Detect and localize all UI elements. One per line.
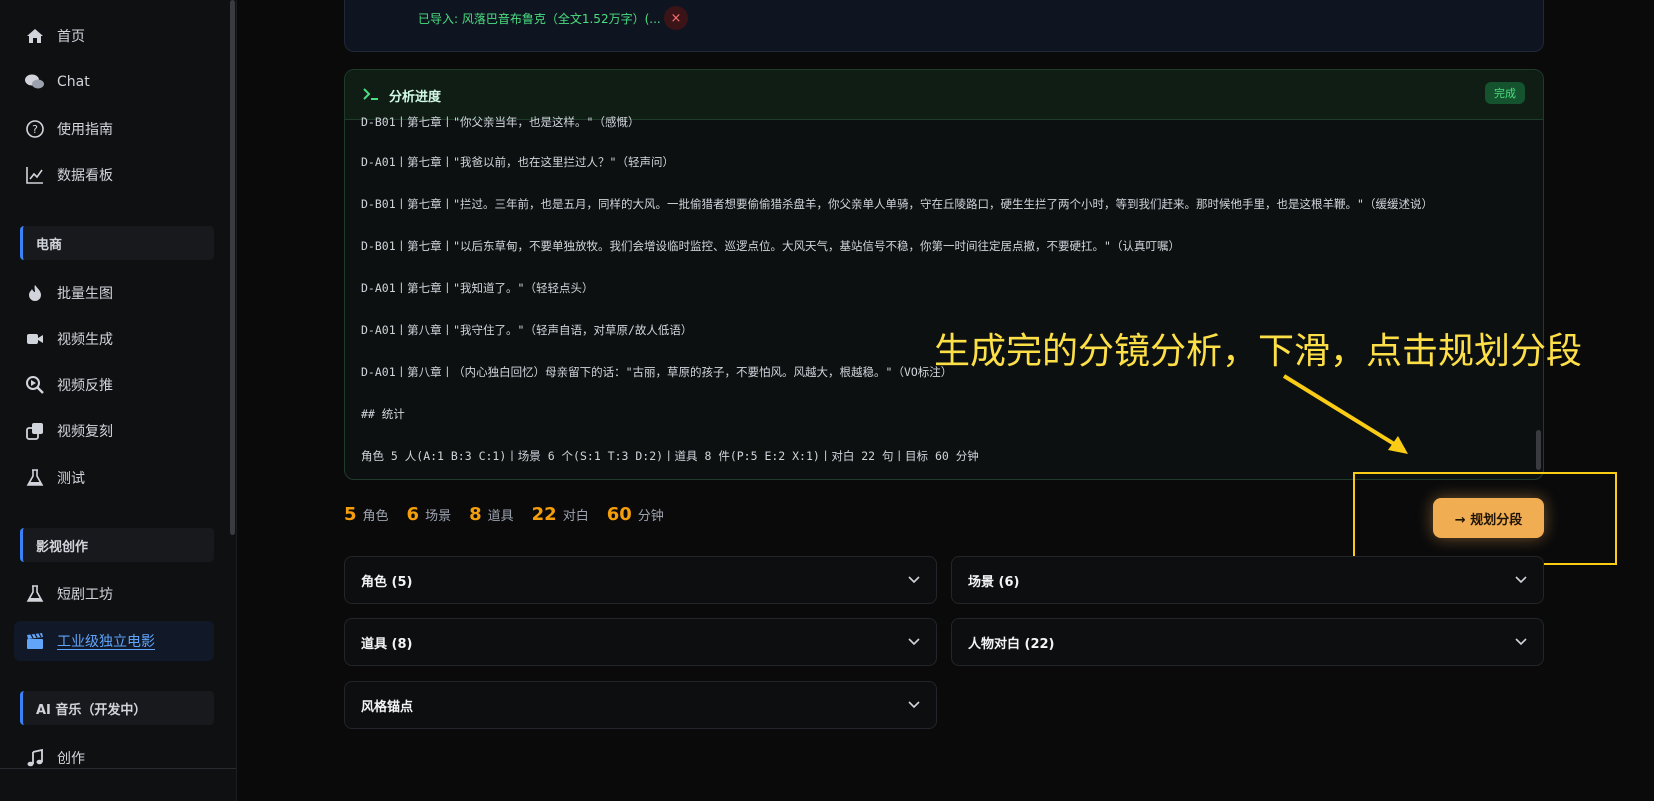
panel-style-anchors[interactable]: 风格锚点 <box>344 681 937 729</box>
import-status: 已导入: 风落巴音布鲁克（全文1.52万字）(... <box>418 12 661 26</box>
chevron-down-icon <box>908 576 920 584</box>
chevron-down-icon <box>908 701 920 709</box>
panel-props[interactable]: 道具 (8) <box>344 618 937 666</box>
copy-icon <box>24 420 46 442</box>
sidebar-item-label: Chat <box>57 74 90 90</box>
panel-scenes[interactable]: 场景 (6) <box>951 556 1544 604</box>
stat-props: 8 道具 <box>469 504 514 525</box>
chart-icon <box>24 164 46 186</box>
terminal-icon <box>363 88 378 100</box>
stat-dialogue: 22 对白 <box>532 504 589 525</box>
sidebar-item-label: 批量生图 <box>57 286 113 302</box>
stat-label: 道具 <box>487 509 514 524</box>
stat-number: 60 <box>606 504 632 525</box>
home-icon <box>24 25 46 47</box>
sidebar-item-home[interactable]: 首页 <box>14 16 214 56</box>
panel-dialogue[interactable]: 人物对白 (22) <box>951 618 1544 666</box>
stat-number: 5 <box>344 504 357 525</box>
log-line: D-A01丨第七章丨"我爸以前，也在这里拦过人？"（轻声问） <box>361 155 674 169</box>
sidebar-item-chat[interactable]: Chat <box>14 62 214 102</box>
sidebar-item-label: 视频复刻 <box>57 424 113 440</box>
panel-title: 场景 (6) <box>968 574 1020 590</box>
sidebar-item-label: 视频生成 <box>57 332 113 348</box>
analysis-header: 分析进度 完成 <box>345 70 1543 120</box>
chevron-down-icon <box>908 638 920 646</box>
flask-icon <box>24 583 46 605</box>
panel-title: 道具 (8) <box>361 636 413 652</box>
sidebar-item-label: 创作 <box>57 751 85 767</box>
sidebar-item-video-copy[interactable]: 视频复刻 <box>14 411 214 451</box>
chevron-down-icon <box>1515 638 1527 646</box>
sidebar-item-test[interactable]: 测试 <box>14 458 214 498</box>
sidebar-item-label: 测试 <box>57 471 85 487</box>
stat-number: 8 <box>469 504 482 525</box>
app-root: 首页 Chat ? 使用指南 数据看板 电商 批量生图 视频生成 视频反推 视频… <box>0 0 1654 801</box>
log-line: D-B01丨第七章丨"你父亲当年，也是这样。"（感慨） <box>361 115 640 129</box>
annotation-text: 生成完的分镜分析，下滑，点击规划分段 <box>934 331 1583 372</box>
panel-title: 风格锚点 <box>361 699 414 715</box>
log-line: D-A01丨第七章丨"我知道了。"（轻轻点头） <box>361 281 594 295</box>
stat-number: 6 <box>406 504 420 525</box>
sidebar-item-label: 数据看板 <box>57 168 113 184</box>
stat-label: 角色 <box>362 509 389 524</box>
stat-scenes: 6 场景 <box>407 504 452 525</box>
sidebar-item-compose[interactable]: 创作 <box>14 738 214 778</box>
status-badge: 完成 <box>1485 82 1525 104</box>
log-line: 角色 5 人(A:1 B:3 C:1)丨场景 6 个(S:1 T:3 D:2)丨… <box>361 449 979 463</box>
stat-minutes: 60 分钟 <box>607 504 664 525</box>
sidebar-item-guide[interactable]: ? 使用指南 <box>14 109 214 149</box>
sidebar-item-video-gen[interactable]: 视频生成 <box>14 319 214 359</box>
log-line: ## 统计 <box>361 407 405 421</box>
sidebar-item-label: 视频反推 <box>57 378 113 394</box>
stat-label: 对白 <box>562 509 589 524</box>
svg-text:?: ? <box>32 123 38 136</box>
search-video-icon <box>24 374 46 396</box>
sidebar-scrollbar[interactable] <box>230 0 235 535</box>
log-line: D-B01丨第七章丨"拦过。三年前，也是五月，同样的大风。一批偷猎者想要偷偷猎杀… <box>361 197 1433 211</box>
stat-roles: 5 角色 <box>344 504 389 525</box>
chevron-down-icon <box>1515 576 1527 584</box>
clapper-icon <box>24 630 46 652</box>
sidebar-item-short-drama[interactable]: 短剧工坊 <box>14 574 214 614</box>
music-icon <box>24 747 46 769</box>
log-line: D-B01丨第七章丨"以后东草甸，不要单独放牧。我们会增设临时监控、巡逻点位。大… <box>361 239 1180 253</box>
stat-label: 分钟 <box>637 509 664 524</box>
sidebar-item-label: 使用指南 <box>57 122 113 138</box>
analysis-title: 分析进度 <box>389 90 442 105</box>
sidebar-item-batch-image[interactable]: 批量生图 <box>14 273 214 313</box>
sidebar-divider <box>0 768 236 769</box>
log-line: D-A01丨第八章丨"我守住了。"（轻声自语，对草原/故人低语） <box>361 323 693 337</box>
help-icon: ? <box>24 118 46 140</box>
section-film[interactable]: 影视创作 <box>20 528 214 562</box>
chat-icon <box>24 71 46 93</box>
section-music[interactable]: AI 音乐（开发中） <box>20 691 214 725</box>
fire-icon <box>24 282 46 304</box>
sidebar-item-label: 工业级独立电影 <box>57 634 155 650</box>
annotation-arrow-icon <box>1282 374 1408 454</box>
stat-number: 22 <box>531 504 557 525</box>
stat-label: 场景 <box>425 509 452 524</box>
sidebar-item-video-reverse[interactable]: 视频反推 <box>14 365 214 405</box>
video-icon <box>24 328 46 350</box>
flask-icon <box>24 467 46 489</box>
panel-title: 人物对白 (22) <box>968 636 1055 652</box>
sidebar: 首页 Chat ? 使用指南 数据看板 电商 批量生图 视频生成 视频反推 视频… <box>0 0 237 801</box>
sidebar-item-label: 短剧工坊 <box>57 587 113 603</box>
sidebar-item-label: 首页 <box>57 29 85 45</box>
sidebar-item-dashboard[interactable]: 数据看板 <box>14 155 214 195</box>
section-ecommerce[interactable]: 电商 <box>20 226 214 260</box>
remove-import-button[interactable]: × <box>664 6 688 30</box>
log-line: D-A01丨第八章丨（内心独白回忆）母亲留下的话："古丽，草原的孩子，不要怕风。… <box>361 365 953 379</box>
panel-roles[interactable]: 角色 (5) <box>344 556 937 604</box>
stats-row: 5 角色 6 场景 8 道具 22 对白 60 分钟 <box>344 504 664 525</box>
annotation-highlight-box <box>1353 472 1617 565</box>
sidebar-item-indie-film[interactable]: 工业级独立电影 <box>14 621 214 661</box>
log-scrollbar[interactable] <box>1536 430 1541 470</box>
panel-title: 角色 (5) <box>361 574 413 590</box>
